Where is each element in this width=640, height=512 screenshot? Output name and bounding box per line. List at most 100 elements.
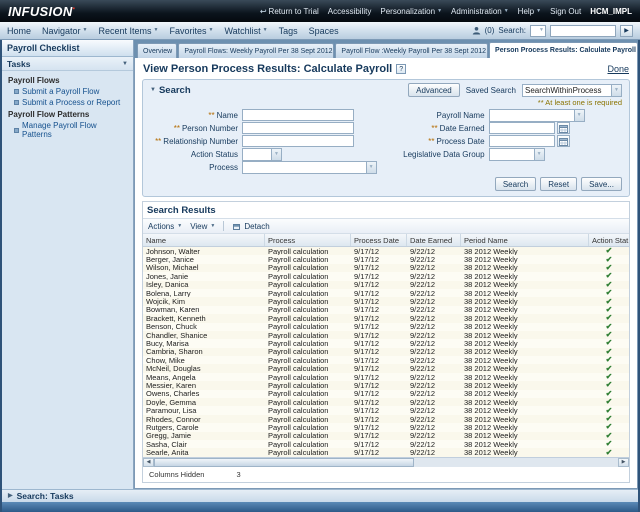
cell-period-name: 38 2012 Weekly	[461, 323, 589, 331]
table-row[interactable]: Brackett, Kenneth Payroll calculation 9/…	[143, 314, 629, 322]
table-row[interactable]: Means, Angela Payroll calculation 9/17/1…	[143, 373, 629, 381]
actions-menu-button[interactable]: Actions▼	[148, 222, 182, 231]
table-row[interactable]: Chandler, Shanice Payroll calculation 9/…	[143, 331, 629, 339]
cell-action-status: ✔	[589, 289, 629, 297]
sign-out-link[interactable]: Sign Out	[550, 7, 581, 16]
cell-name: Brackett, Kenneth	[143, 314, 265, 322]
sidebar-item-submit-payroll-flow[interactable]: Submit a Payroll Flow	[6, 86, 129, 97]
sidebar-item-manage-payroll-flow-patterns[interactable]: Manage Payroll Flow Patterns	[6, 120, 129, 140]
view-menu-button[interactable]: View▼	[190, 222, 215, 231]
process-date-input[interactable]	[489, 135, 555, 147]
search-button[interactable]: Search	[495, 177, 536, 191]
cell-date-earned: 9/22/12	[407, 331, 461, 339]
checkmark-icon: ✔	[606, 314, 613, 322]
tab-overview[interactable]: Overview	[137, 43, 177, 58]
cell-process: Payroll calculation	[265, 297, 351, 305]
horizontal-scrollbar[interactable]: ◀ ▶	[143, 457, 629, 467]
advanced-button[interactable]: Advanced	[408, 83, 460, 97]
personalization-menu[interactable]: Personalization▼	[380, 7, 442, 16]
cell-process: Payroll calculation	[265, 373, 351, 381]
accessibility-link[interactable]: Accessibility	[328, 7, 372, 16]
table-row[interactable]: Bucy, Marisa Payroll calculation 9/17/12…	[143, 339, 629, 347]
return-to-trial-link[interactable]: ↩Return to Trial	[260, 7, 319, 16]
process-select[interactable]: ▼	[242, 161, 377, 174]
table-row[interactable]: Berger, Janice Payroll calculation 9/17/…	[143, 255, 629, 263]
cell-date-earned: 9/22/12	[407, 373, 461, 381]
table-row[interactable]: Rutgers, Carole Payroll calculation 9/17…	[143, 423, 629, 431]
scroll-left-button[interactable]: ◀	[143, 458, 154, 467]
table-row[interactable]: Paramour, Lisa Payroll calculation 9/17/…	[143, 406, 629, 414]
table-row[interactable]: Messier, Karen Payroll calculation 9/17/…	[143, 381, 629, 389]
menu-spaces[interactable]: Spaces	[309, 26, 339, 36]
search-panel-header-right: Advanced Saved Search SearchWithinProces…	[408, 83, 622, 97]
date-earned-calendar-button[interactable]	[557, 122, 570, 134]
table-row[interactable]: Gregg, Jamie Payroll calculation 9/17/12…	[143, 432, 629, 440]
process-date-calendar-button[interactable]	[557, 135, 570, 147]
cell-period-name: 38 2012 Weekly	[461, 406, 589, 414]
action-status-select[interactable]: ▼	[242, 148, 282, 161]
legislative-data-group-select[interactable]: ▼	[489, 148, 545, 161]
search-go-button[interactable]: ▶	[620, 25, 633, 37]
table-row[interactable]: Owens, Charles Payroll calculation 9/17/…	[143, 390, 629, 398]
table-row[interactable]: Johnson, Walter Payroll calculation 9/17…	[143, 247, 629, 255]
column-header-process[interactable]: Process	[265, 234, 351, 246]
menu-home[interactable]: Home	[7, 26, 31, 36]
cell-date-earned: 9/22/12	[407, 440, 461, 448]
table-row[interactable]: Chow, Mike Payroll calculation 9/17/12 9…	[143, 356, 629, 364]
tab-person-process-results[interactable]: Person Process Results: Calculate Payrol…	[489, 42, 638, 58]
required-note: ** At least one is required	[150, 97, 622, 109]
table-row[interactable]: Isley, Danica Payroll calculation 9/17/1…	[143, 281, 629, 289]
column-header-name[interactable]: Name	[143, 234, 265, 246]
table-row[interactable]: Bowman, Karen Payroll calculation 9/17/1…	[143, 306, 629, 314]
cell-name: Owens, Charles	[143, 390, 265, 398]
table-row[interactable]: Searle, Anita Payroll calculation 9/17/1…	[143, 448, 629, 456]
help-icon[interactable]: ?	[396, 64, 406, 74]
administration-menu[interactable]: Administration▼	[451, 7, 509, 16]
scrollbar-track[interactable]	[154, 458, 618, 467]
menu-navigator[interactable]: Navigator▼	[42, 26, 87, 36]
reset-button[interactable]: Reset	[540, 177, 577, 191]
scrollbar-thumb[interactable]	[154, 458, 414, 467]
column-header-action-status[interactable]: Action Stat...	[589, 234, 629, 246]
table-row[interactable]: Wilson, Michael Payroll calculation 9/17…	[143, 264, 629, 272]
tab-payroll-flow-weekly[interactable]: Payroll Flow :Weekly Payroll Per 38 Sept…	[335, 43, 488, 58]
table-row[interactable]: McNeil, Douglas Payroll calculation 9/17…	[143, 364, 629, 372]
table-row[interactable]: Rhodes, Connor Payroll calculation 9/17/…	[143, 415, 629, 423]
done-button[interactable]: Done	[607, 64, 629, 74]
save-button[interactable]: Save...	[581, 177, 622, 191]
menu-favorites[interactable]: Favorites▼	[169, 26, 213, 36]
menu-watchlist[interactable]: Watchlist▼	[224, 26, 267, 36]
detach-button[interactable]: Detach	[232, 222, 269, 231]
table-row[interactable]: Benson, Chuck Payroll calculation 9/17/1…	[143, 323, 629, 331]
search-category-select[interactable]: ▼	[530, 25, 546, 37]
search-panel-title[interactable]: ▼Search	[150, 85, 191, 96]
menu-tags[interactable]: Tags	[279, 26, 298, 36]
tab-payroll-flows-weekly[interactable]: Payroll Flows: Weekly Payroll Per 38 Sep…	[178, 43, 334, 58]
cell-process-date: 9/17/12	[351, 255, 407, 263]
sidebar-item-submit-process-or-report[interactable]: Submit a Process or Report	[6, 97, 129, 108]
cell-name: Bolena, Larry	[143, 289, 265, 297]
cell-action-status: ✔	[589, 423, 629, 431]
relationship-number-input[interactable]	[242, 135, 354, 147]
cell-period-name: 38 2012 Weekly	[461, 255, 589, 263]
menu-recent-items[interactable]: Recent Items▼	[99, 26, 159, 36]
scroll-right-button[interactable]: ▶	[618, 458, 629, 467]
table-row[interactable]: Bolena, Larry Payroll calculation 9/17/1…	[143, 289, 629, 297]
table-row[interactable]: Wojcik, Kim Payroll calculation 9/17/12 …	[143, 297, 629, 305]
date-earned-input[interactable]	[489, 122, 555, 134]
saved-search-select[interactable]: SearchWithinProcess▼	[522, 84, 622, 97]
table-row[interactable]: Cambria, Sharon Payroll calculation 9/17…	[143, 348, 629, 356]
tasks-accordion-header[interactable]: Tasks ▼	[2, 57, 133, 71]
payroll-name-select[interactable]: ▼	[489, 109, 585, 122]
name-input[interactable]	[242, 109, 354, 121]
help-menu[interactable]: Help▼	[518, 7, 541, 16]
table-row[interactable]: Jones, Janie Payroll calculation 9/17/12…	[143, 272, 629, 280]
table-row[interactable]: Doyle, Gemma Payroll calculation 9/17/12…	[143, 398, 629, 406]
column-header-process-date[interactable]: Process Date	[351, 234, 407, 246]
person-number-input[interactable]	[242, 122, 354, 134]
table-row[interactable]: Sasha, Clair Payroll calculation 9/17/12…	[143, 440, 629, 448]
column-header-period-name[interactable]: Period Name	[461, 234, 589, 246]
column-header-date-earned[interactable]: Date Earned	[407, 234, 461, 246]
search-tasks-accordion[interactable]: ▶ Search: Tasks	[2, 489, 638, 502]
global-search-input[interactable]	[550, 25, 616, 37]
